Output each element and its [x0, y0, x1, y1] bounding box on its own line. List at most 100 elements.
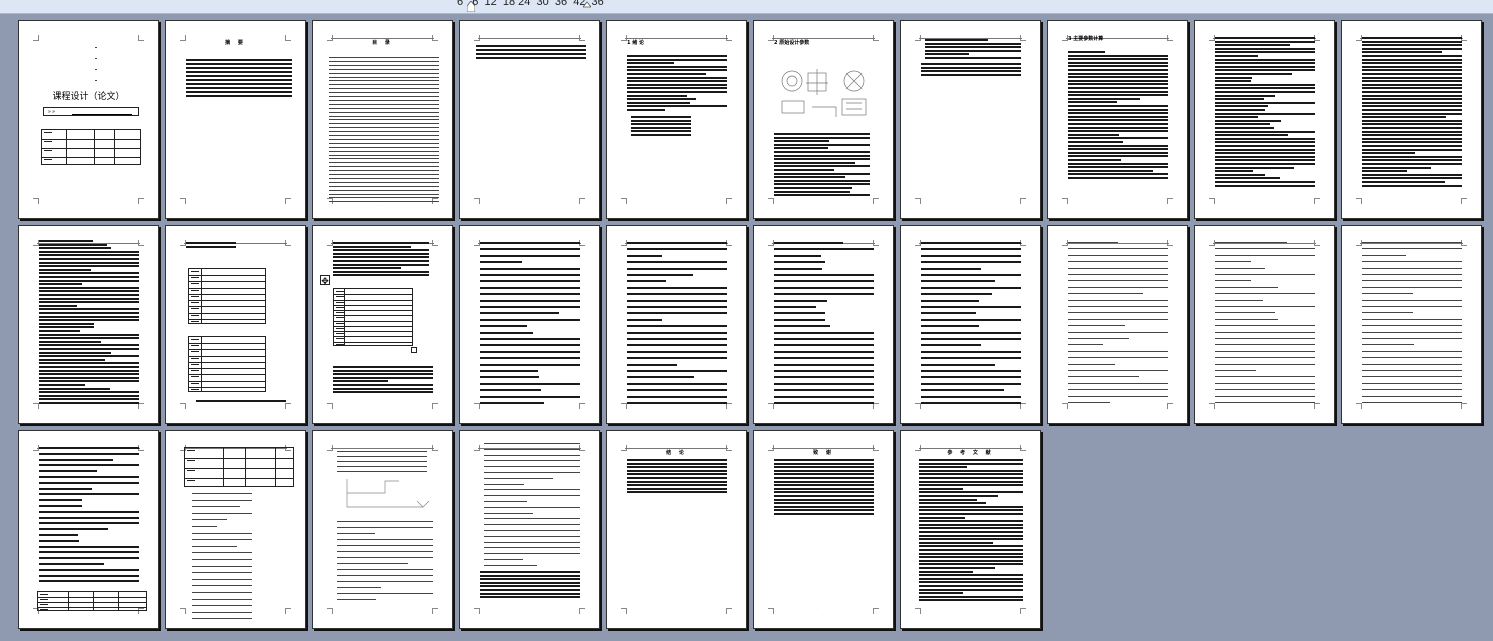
text-line — [921, 267, 981, 270]
text-line — [337, 587, 381, 588]
text-line — [774, 498, 874, 501]
text-line — [329, 181, 439, 183]
page-thumbnail-27[interactable]: · 参 考 文 献 — [900, 430, 1041, 629]
page-thumbnail-5[interactable]: · 1 绪 论 — [606, 20, 747, 219]
text-line — [1215, 376, 1315, 378]
table-move-handle-icon[interactable]: ✥ — [320, 275, 330, 286]
page-thumbnail-26[interactable]: · 致 谢 — [753, 430, 894, 629]
text-line — [919, 541, 994, 544]
left-indent-marker[interactable] — [467, 1, 475, 12]
text-line — [774, 176, 845, 179]
text-line — [39, 516, 139, 519]
text-line — [627, 480, 727, 483]
text-line — [774, 376, 874, 379]
parameter-table-c — [333, 288, 413, 346]
text-line — [627, 382, 727, 385]
page-number: · — [823, 613, 824, 617]
text-line — [919, 495, 999, 497]
page-thumbnail-10[interactable]: · — [1341, 20, 1482, 219]
text-line — [337, 527, 433, 528]
page-thumbnail-14[interactable]: · — [459, 225, 600, 424]
page-thumbnail-22[interactable]: · — [165, 430, 306, 629]
page-thumbnail-16[interactable]: · — [753, 225, 894, 424]
page-thumbnail-17[interactable]: · — [900, 225, 1041, 424]
text-line — [39, 391, 139, 394]
text-line — [329, 135, 439, 136]
page-thumbnail-11[interactable]: · — [18, 225, 159, 424]
page-thumbnail-13[interactable]: · ✥ — [312, 225, 453, 424]
text-line — [1068, 169, 1153, 172]
text-line — [774, 242, 844, 244]
text-line — [1215, 155, 1315, 158]
text-line — [329, 111, 439, 113]
right-indent-marker[interactable] — [583, 1, 591, 12]
page-number: · — [1117, 408, 1118, 412]
text-line — [1362, 80, 1462, 83]
text-line — [1362, 76, 1462, 79]
text-line — [774, 480, 874, 483]
page-thumbnail-4[interactable]: · — [459, 20, 600, 219]
text-line — [1068, 61, 1168, 64]
text-line — [186, 79, 292, 81]
text-line — [329, 119, 439, 121]
text-line — [192, 565, 252, 567]
text-line — [774, 350, 874, 353]
text-line — [1215, 44, 1290, 47]
page-thumbnail-6[interactable]: · 2 原始设计参数 — [753, 20, 894, 219]
text-line — [774, 169, 834, 171]
text-line — [1362, 402, 1462, 403]
page-thumbnail-21[interactable]: · — [18, 430, 159, 629]
text-line — [39, 376, 139, 379]
text-line — [774, 154, 870, 157]
page-number: · — [382, 613, 383, 617]
page-thumbnail-24[interactable]: · — [459, 430, 600, 629]
page-number: · — [1264, 203, 1265, 207]
page-thumbnail-8[interactable]: · 3 主要参数计算 — [1047, 20, 1188, 219]
page-thumbnail-3[interactable]: · 目 录 — [312, 20, 453, 219]
text-line — [1215, 98, 1264, 101]
text-line — [774, 143, 870, 146]
page-thumbnail-25[interactable]: · 结 论 — [606, 430, 747, 629]
text-line — [627, 62, 675, 65]
page-thumbnail-9[interactable]: · — [1194, 20, 1335, 219]
text-line — [1215, 166, 1295, 169]
text-line — [921, 280, 995, 283]
text-line — [1362, 376, 1462, 378]
page-thumbnail-15[interactable]: · — [606, 225, 747, 424]
text-line — [480, 261, 523, 264]
text-line — [480, 293, 580, 296]
text-line — [333, 256, 429, 259]
page-number: · — [88, 613, 89, 617]
text-line — [1068, 130, 1168, 133]
text-line — [774, 484, 874, 487]
page-thumbnail-7[interactable]: · — [900, 20, 1041, 219]
horizontal-ruler[interactable]: 6 6 12 18 24 30 36 42 36 — [0, 0, 1493, 14]
table-resize-handle[interactable] — [411, 347, 417, 353]
text-line — [1215, 119, 1282, 122]
text-line — [1362, 145, 1462, 147]
page-thumbnail-18[interactable]: · — [1047, 225, 1188, 424]
text-line — [1068, 389, 1168, 391]
text-line — [774, 190, 851, 193]
page-thumbnail-12[interactable]: · — [165, 225, 306, 424]
text-line — [1215, 76, 1252, 79]
text-line — [921, 312, 976, 315]
text-line — [919, 473, 1023, 476]
text-line — [627, 105, 727, 108]
text-line — [921, 363, 996, 366]
text-line — [627, 477, 727, 479]
text-line — [39, 452, 139, 455]
text-line — [1362, 184, 1462, 187]
text-line — [1215, 254, 1315, 256]
page-thumbnail-20[interactable]: · — [1341, 225, 1482, 424]
text-line — [186, 63, 292, 65]
page-thumbnail-23[interactable]: · — [312, 430, 453, 629]
page-thumbnail-2[interactable]: · 摘 要 — [165, 20, 306, 219]
text-line — [627, 395, 727, 398]
text-line — [39, 315, 139, 318]
header-rule — [1066, 243, 1169, 244]
page-thumbnail-19[interactable]: · — [1194, 225, 1335, 424]
text-line — [919, 513, 1023, 515]
text-line — [627, 109, 665, 111]
page-thumbnail-1[interactable]: · 课程设计（论文） » » — [18, 20, 159, 219]
